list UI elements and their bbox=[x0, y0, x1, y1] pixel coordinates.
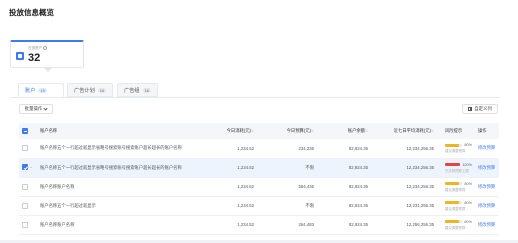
risk-note: 建议调整预算 bbox=[445, 187, 466, 192]
modify-budget-link[interactable]: 修改预算 bbox=[478, 145, 495, 150]
select-all-checkbox[interactable] bbox=[22, 128, 28, 134]
account-icon bbox=[16, 52, 24, 60]
risk-indicator: 80% 建议调整预算 bbox=[437, 139, 475, 158]
column-header-sortable[interactable]: 账户余额⇅ bbox=[317, 123, 371, 139]
tab-ad-groups[interactable]: 广告组 16 bbox=[117, 83, 159, 97]
risk-progress-bar bbox=[445, 201, 463, 204]
modify-budget-link[interactable]: 修改预算 bbox=[478, 184, 495, 189]
column-header: 风险提示 bbox=[445, 128, 463, 133]
risk-percent: 100% bbox=[462, 162, 472, 167]
avg-7day-spend: 12,231,256.35 bbox=[406, 203, 434, 208]
risk-note: 建议调整预算 bbox=[445, 206, 466, 211]
sort-icon: ⇅ bbox=[364, 129, 368, 133]
today-budget: 234,236 bbox=[298, 145, 314, 151]
chevron-down-icon bbox=[43, 105, 48, 111]
tab-count-badge: 16 bbox=[97, 87, 107, 93]
today-budget: 264,483 bbox=[298, 222, 314, 227]
stat-value: 32 bbox=[28, 52, 41, 64]
risk-percent: 80% bbox=[464, 219, 472, 224]
table-row[interactable]: 账户名称账户名称 1,234.52 264,483 82,924.35 12,256,2… bbox=[19, 215, 499, 234]
today-spend: 1,234.52 bbox=[237, 145, 254, 151]
table-row[interactable]: 账户名称五个一行超过就显示省略号搜索账号搜索账户超长超长的账户名称 1,234.5… bbox=[19, 139, 499, 158]
risk-progress-bar bbox=[445, 220, 463, 223]
tab-accounts[interactable]: 账户 15 bbox=[18, 83, 64, 97]
today-spend: 1,234.52 bbox=[237, 165, 254, 170]
avg-7day-spend: 12,256,256.35 bbox=[406, 222, 434, 227]
risk-indicator: 80% 建议调整预算 bbox=[437, 215, 475, 234]
tab-label: 账户 bbox=[25, 87, 36, 94]
account-balance: 82,924.35 bbox=[348, 145, 368, 151]
risk-note: 已达到预算上限 bbox=[445, 168, 469, 173]
stat-card-pointer bbox=[44, 68, 52, 72]
risk-indicator: 80% 建议调整预算 bbox=[437, 177, 475, 196]
stat-card-active-accounts[interactable]: 在投账户 32 bbox=[10, 40, 84, 68]
risk-progress-bar bbox=[445, 182, 463, 185]
risk-progress-bar bbox=[445, 163, 461, 166]
risk-percent: 80% bbox=[464, 143, 472, 148]
tab-label: 广告计划 bbox=[74, 87, 95, 94]
columns-icon bbox=[468, 107, 473, 111]
column-header: 操作 bbox=[478, 128, 487, 133]
table-header-row: 账户名称 今日消耗(元)⇅ 今日预算(元)⇅ 账户余额⇅ 近七日平均消耗(元)⇅… bbox=[19, 123, 499, 139]
avg-7day-spend: 12,234,256.35 bbox=[406, 184, 434, 189]
risk-indicator: 80% 建议调整预算 bbox=[437, 196, 475, 215]
page-title: 投放信息概览 bbox=[9, 8, 54, 17]
column-header: 账户名称 bbox=[40, 128, 58, 133]
account-balance: 82,924.35 bbox=[348, 184, 368, 189]
modify-budget-link[interactable]: 修改预算 bbox=[478, 165, 495, 170]
account-name[interactable]: 账户名称账户名称 bbox=[37, 177, 185, 196]
account-balance: 82,924.35 bbox=[348, 222, 368, 227]
account-balance: 82,924.35 bbox=[348, 165, 368, 170]
sort-icon: ⇅ bbox=[310, 129, 314, 133]
account-balance: 82,924.35 bbox=[348, 203, 368, 208]
tab-count-badge: 15 bbox=[38, 87, 47, 93]
risk-indicator: 100% 已达到预算上限 bbox=[437, 158, 475, 177]
row-checkbox[interactable] bbox=[22, 183, 28, 190]
tab-count-badge: 16 bbox=[142, 87, 152, 93]
today-budget: 不限 bbox=[305, 202, 314, 208]
custom-columns-button[interactable]: 自定义列 bbox=[462, 104, 498, 114]
table-row[interactable]: 账户名称账户名称 1,234.52 584,436 82,924.35 12,234,2… bbox=[19, 177, 499, 196]
avg-7day-spend: 12,234,256.35 bbox=[406, 165, 434, 170]
tab-label: 广告组 bbox=[124, 87, 140, 94]
account-name[interactable]: 账户名称五个一行超过就显示省略号搜索账号搜索账户超长超长的账户名称 bbox=[37, 139, 185, 158]
risk-percent: 80% bbox=[464, 200, 472, 205]
table-row[interactable]: 账户名称五个一行超过就显示 1,234.52 不限 82,924.35 12,231,2… bbox=[19, 196, 499, 215]
tab-ad-plans[interactable]: 广告计划 16 bbox=[67, 83, 114, 97]
account-name[interactable]: 账户名称五个一行超过就显示省略号搜索账号搜索账户超长超长的账户名称 bbox=[37, 158, 185, 177]
bulk-actions-label: 批量操作 bbox=[24, 106, 43, 111]
modify-budget-link[interactable]: 修改预算 bbox=[478, 203, 495, 208]
avg-7day-spend: 12,234,256.35 bbox=[406, 145, 434, 151]
custom-columns-label: 自定义列 bbox=[474, 106, 492, 111]
account-name[interactable]: 账户名称五个一行超过就显示 bbox=[37, 196, 185, 215]
sort-icon: ⇅ bbox=[430, 129, 434, 133]
table-row[interactable]: ☝ 账户名称五个一行超过就显示省略号搜索账号搜索账户超长超长的账户名称 1,234.… bbox=[19, 158, 499, 177]
today-budget: 584,436 bbox=[298, 184, 314, 189]
row-checkbox[interactable] bbox=[22, 164, 28, 171]
row-checkbox[interactable] bbox=[22, 221, 28, 228]
bulk-actions-dropdown[interactable]: 批量操作 bbox=[19, 104, 53, 114]
column-header-sortable[interactable]: 今日预算(元)⇅ bbox=[257, 123, 317, 139]
tabs-divider bbox=[10, 97, 500, 98]
today-spend: 1,234.52 bbox=[237, 222, 254, 227]
column-header-sortable[interactable]: 今日消耗(元)⇅ bbox=[185, 123, 257, 139]
info-icon bbox=[43, 46, 48, 51]
stat-label: 在投账户 bbox=[28, 46, 48, 51]
sort-icon: ⇅ bbox=[250, 129, 254, 133]
row-checkbox[interactable] bbox=[22, 145, 28, 152]
risk-note: 建议调整预算 bbox=[445, 225, 466, 230]
modify-budget-link[interactable]: 修改预算 bbox=[478, 222, 495, 227]
row-checkbox[interactable] bbox=[22, 202, 28, 209]
account-name[interactable]: 账户名称账户名称 bbox=[37, 215, 185, 234]
today-spend: 1,234.52 bbox=[237, 203, 254, 208]
risk-percent: 80% bbox=[464, 181, 472, 186]
risk-progress-bar bbox=[445, 144, 463, 147]
column-header-sortable[interactable]: 近七日平均消耗(元)⇅ bbox=[371, 123, 437, 139]
today-budget: 不限 bbox=[305, 164, 314, 170]
accounts-table: 账户名称 今日消耗(元)⇅ 今日预算(元)⇅ 账户余额⇅ 近七日平均消耗(元)⇅… bbox=[19, 123, 499, 235]
risk-note: 建议调整预算 bbox=[445, 149, 466, 154]
today-spend: 1,234.52 bbox=[237, 184, 254, 189]
